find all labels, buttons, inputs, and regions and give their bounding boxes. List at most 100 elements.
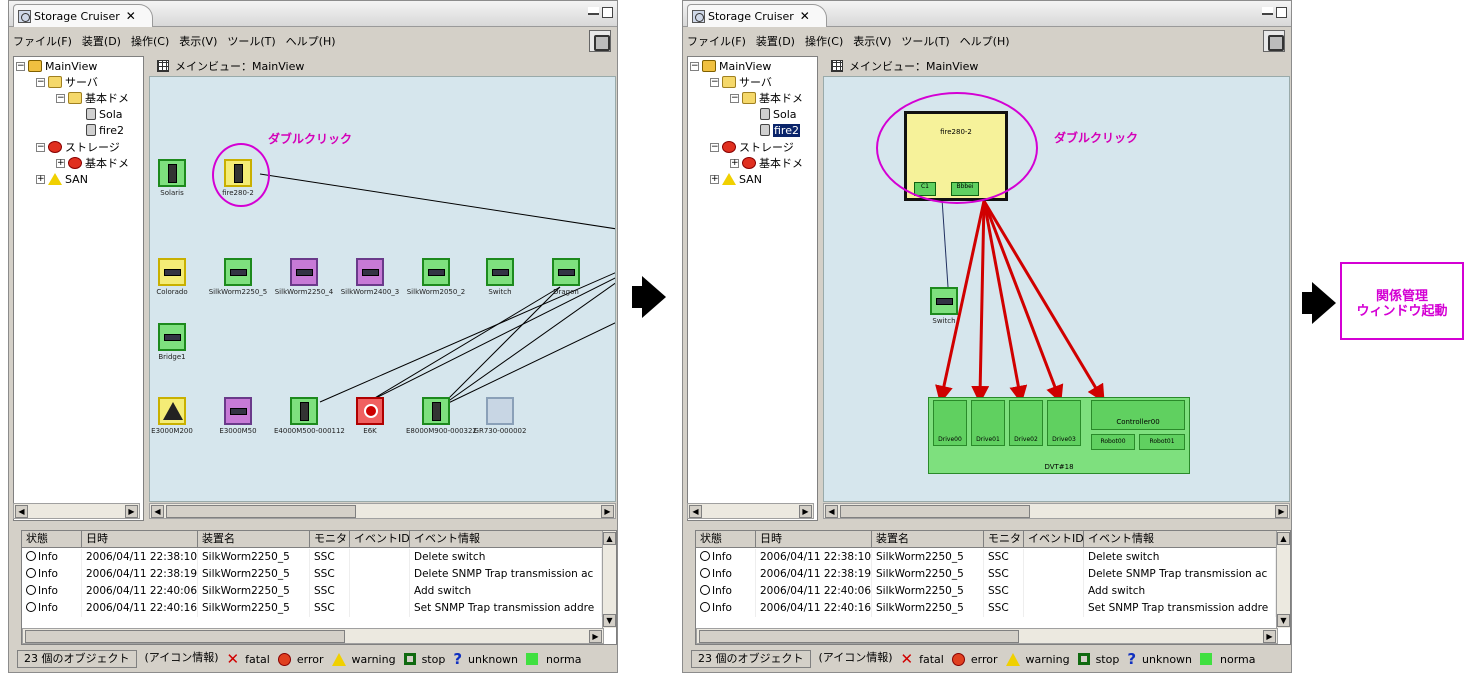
col-event-id[interactable]: イベントID (1024, 531, 1084, 547)
node-gr730[interactable]: GR730-000002 (470, 397, 530, 435)
tree-item-server-fire[interactable]: fire2 (86, 122, 124, 138)
tree-item-mainview[interactable]: − MainView (690, 58, 771, 74)
scroll-up-icon[interactable]: ▲ (1277, 532, 1290, 545)
menu-tools[interactable]: ツール(T) (227, 33, 275, 49)
expand-icon[interactable]: + (710, 174, 719, 184)
col-datetime[interactable]: 日時 (756, 531, 872, 547)
close-icon[interactable]: ✕ (800, 9, 810, 23)
tree-item-server-domain[interactable]: − 基本ドメ (56, 90, 129, 106)
col-event-info[interactable]: イベント情報 (410, 531, 616, 547)
drive-03[interactable]: Drive03 (1047, 400, 1081, 446)
node-e3000m50[interactable]: E3000M50 (208, 397, 268, 435)
expand-icon[interactable]: + (730, 158, 739, 168)
expand-icon[interactable]: + (36, 174, 45, 184)
expand-icon[interactable]: + (56, 158, 65, 168)
scroll-left-icon[interactable]: ◀ (689, 505, 702, 518)
node-colorado[interactable]: Colorado (150, 258, 202, 296)
log-vertical-scrollbar[interactable]: ▲ ▼ (602, 531, 616, 628)
table-row[interactable]: Info 2006/04/11 22:38:10 SilkWorm2250_5 SSC… (22, 549, 602, 566)
scroll-down-icon[interactable]: ▼ (603, 614, 616, 627)
tree-item-san[interactable]: + SAN (36, 171, 88, 187)
tree-item-server-solaris[interactable]: Sola (86, 106, 123, 122)
robot-01[interactable]: Robot01 (1139, 434, 1185, 450)
log-horizontal-scrollbar[interactable]: ▶ (22, 628, 604, 644)
scroll-left-icon[interactable]: ◀ (151, 505, 164, 518)
scroll-thumb[interactable] (25, 630, 345, 643)
drive-02[interactable]: Drive02 (1009, 400, 1043, 446)
menu-device[interactable]: 装置(D) (756, 33, 795, 49)
collapse-icon[interactable]: − (36, 77, 45, 87)
node-silkworm2050-2[interactable]: SilkWorm2050_2 (406, 258, 466, 296)
col-device[interactable]: 装置名 (198, 531, 310, 547)
tree-item-san[interactable]: + SAN (710, 171, 762, 187)
tape-library[interactable]: DVT#18 Drive00 Drive01 Drive02 Drive03 C… (928, 397, 1190, 474)
col-monitor[interactable]: モニタ (984, 531, 1024, 547)
table-row[interactable]: Info 2006/04/11 22:38:19 SilkWorm2250_5 SSC… (22, 566, 602, 583)
table-row[interactable]: Info 2006/04/11 22:40:06 SilkWorm2250_5 SSC… (22, 583, 602, 600)
scroll-right-icon[interactable]: ▶ (125, 505, 138, 518)
window-tab[interactable]: Storage Cruiser ✕ (13, 4, 153, 27)
tree-item-storage-domain[interactable]: + 基本ドメ (730, 155, 803, 171)
view-horizontal-scrollbar[interactable]: ◀ ▶ (823, 503, 1290, 519)
tree-item-server-solaris[interactable]: Sola (760, 106, 797, 122)
scroll-right-icon[interactable]: ▶ (799, 505, 812, 518)
collapse-icon[interactable]: − (710, 77, 719, 87)
menu-file[interactable]: ファイル(F) (687, 33, 746, 49)
tree-horizontal-scrollbar[interactable]: ◀ ▶ (13, 503, 140, 519)
drive-01[interactable]: Drive01 (971, 400, 1005, 446)
close-icon[interactable]: ✕ (126, 9, 136, 23)
tree-item-server[interactable]: − サーバ (36, 74, 98, 90)
collapse-icon[interactable]: − (730, 93, 739, 103)
node-silkworm2250-5[interactable]: SilkWorm2250_5 (208, 258, 268, 296)
node-dragon[interactable]: Dragon (536, 258, 596, 296)
scroll-right-icon[interactable]: ▶ (1275, 505, 1288, 518)
menu-operation[interactable]: 操作(C) (131, 33, 169, 49)
tree-horizontal-scrollbar[interactable]: ◀ ▶ (687, 503, 814, 519)
node-switch[interactable]: Switch (914, 287, 974, 325)
scroll-left-icon[interactable]: ◀ (15, 505, 28, 518)
table-row[interactable]: Info 2006/04/11 22:38:10 SilkWorm2250_5 SSC… (696, 549, 1276, 566)
col-datetime[interactable]: 日時 (82, 531, 198, 547)
log-vertical-scrollbar[interactable]: ▲ ▼ (1276, 531, 1290, 628)
col-status[interactable]: 状態 (696, 531, 756, 547)
scroll-right-icon[interactable]: ▶ (589, 630, 602, 643)
window-tab[interactable]: Storage Cruiser ✕ (687, 4, 827, 27)
tree-item-mainview[interactable]: − MainView (16, 58, 97, 74)
table-row[interactable]: Info 2006/04/11 22:40:06 SilkWorm2250_5 SSC… (696, 583, 1276, 600)
menu-operation[interactable]: 操作(C) (805, 33, 843, 49)
node-e3000m200[interactable]: E3000M200 (150, 397, 202, 435)
view-horizontal-scrollbar[interactable]: ◀ ▶ (149, 503, 616, 519)
table-row[interactable]: Info 2006/04/11 22:40:16 SilkWorm2250_5 SSC… (22, 600, 602, 617)
col-event-info[interactable]: イベント情報 (1084, 531, 1290, 547)
tree-item-storage[interactable]: − ストレージ (36, 139, 120, 155)
collapse-icon[interactable]: − (56, 93, 65, 103)
node-e4000m500[interactable]: E4000M500-000112 (274, 397, 345, 435)
node-fire280-2[interactable]: fire280-2 (208, 159, 268, 197)
tree-item-server-domain[interactable]: − 基本ドメ (730, 90, 803, 106)
tree-item-server[interactable]: − サーバ (710, 74, 772, 90)
toolbar-device-button[interactable] (1263, 30, 1285, 52)
col-monitor[interactable]: モニタ (310, 531, 350, 547)
minimize-button[interactable] (1262, 7, 1273, 15)
node-silkworm2400-3[interactable]: SilkWorm2400_3 (340, 258, 400, 296)
menu-device[interactable]: 装置(D) (82, 33, 121, 49)
scroll-thumb[interactable] (166, 505, 356, 518)
drive-00[interactable]: Drive00 (933, 400, 967, 446)
node-switch[interactable]: Switch (470, 258, 530, 296)
minimize-button[interactable] (588, 7, 599, 15)
scroll-right-icon[interactable]: ▶ (601, 505, 614, 518)
relation-canvas[interactable]: fire280-2 C1 Bbbei ダブルクリック Switch DVT#18… (823, 76, 1290, 502)
collapse-icon[interactable]: − (36, 142, 45, 152)
controller-00[interactable]: Controller00 (1091, 400, 1185, 430)
collapse-icon[interactable]: − (16, 61, 25, 71)
node-bridge1[interactable]: Bridge1 (150, 323, 202, 361)
toolbar-device-button[interactable] (589, 30, 611, 52)
menu-file[interactable]: ファイル(F) (13, 33, 72, 49)
col-event-id[interactable]: イベントID (350, 531, 410, 547)
tree-item-server-fire[interactable]: fire2 (760, 122, 800, 138)
scroll-up-icon[interactable]: ▲ (603, 532, 616, 545)
menu-help[interactable]: ヘルプ(H) (960, 33, 1010, 49)
scroll-right-icon[interactable]: ▶ (1263, 630, 1276, 643)
col-status[interactable]: 状態 (22, 531, 82, 547)
menu-help[interactable]: ヘルプ(H) (286, 33, 336, 49)
